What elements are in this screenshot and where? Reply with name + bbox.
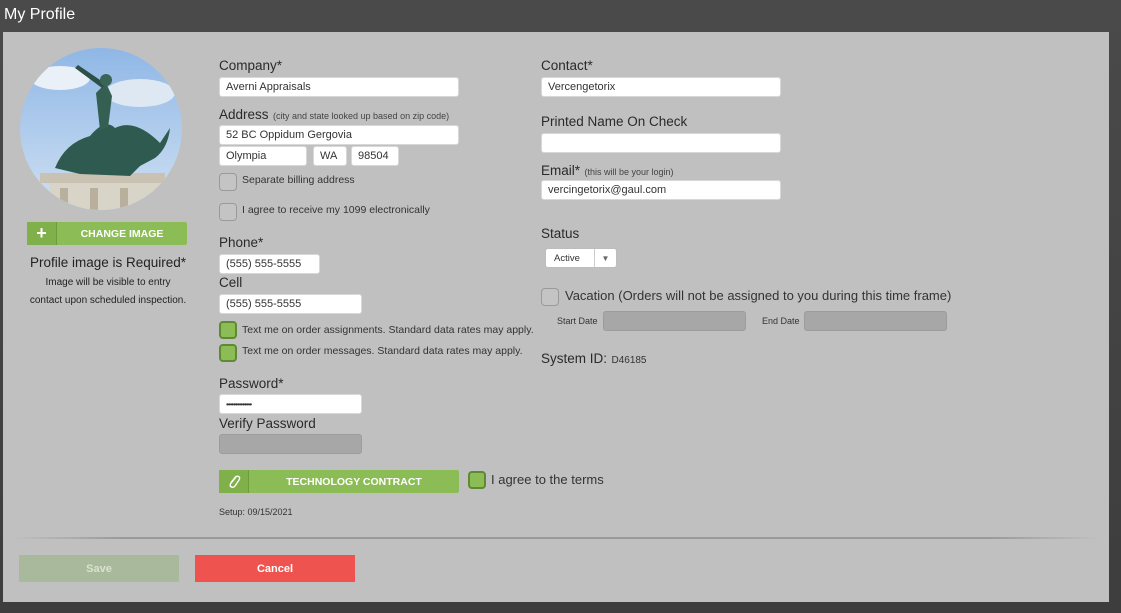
profile-panel: + CHANGE IMAGE Profile image is Required…: [3, 32, 1109, 602]
end-date-label: End Date: [762, 316, 800, 326]
text-assignments-label: Text me on order assignments. Standard d…: [242, 324, 534, 336]
email-hint: (this will be your login): [584, 167, 674, 177]
phone-label: Phone*: [219, 235, 264, 250]
agree-1099-checkbox[interactable]: [219, 203, 237, 221]
text-messages-label: Text me on order messages. Standard data…: [242, 345, 523, 357]
company-input[interactable]: Averni Appraisals: [219, 77, 459, 97]
address-hint: (city and state looked up based on zip c…: [272, 111, 450, 121]
chevron-down-icon: ▼: [594, 249, 616, 267]
status-select[interactable]: Active ▼: [545, 248, 617, 268]
image-note-line1: Image will be visible to entry: [45, 277, 171, 288]
verify-password-label: Verify Password: [219, 416, 316, 431]
plus-icon: +: [27, 222, 57, 245]
password-label: Password*: [219, 376, 284, 391]
agree-terms-label: I agree to the terms: [491, 472, 604, 487]
start-date-label: Start Date: [557, 316, 598, 326]
paperclip-icon: [219, 470, 249, 493]
image-note-line2: contact upon scheduled inspection.: [29, 295, 187, 306]
cell-input[interactable]: (555) 555-5555: [219, 294, 362, 314]
printed-name-label: Printed Name On Check: [541, 114, 688, 129]
status-value: Active: [554, 252, 580, 264]
technology-contract-button[interactable]: TECHNOLOGY CONTRACT: [219, 470, 459, 493]
email-label: Email*: [541, 163, 581, 178]
end-date-input[interactable]: [804, 311, 947, 331]
address-label: Address: [219, 107, 269, 122]
footer-divider: [13, 537, 1099, 539]
email-label-row: Email* (this will be your login): [541, 162, 674, 180]
change-image-label: CHANGE IMAGE: [80, 227, 164, 240]
profile-avatar: [20, 48, 182, 210]
separate-billing-label: Separate billing address: [242, 174, 355, 186]
window-title: My Profile: [4, 6, 76, 23]
change-image-button[interactable]: + CHANGE IMAGE: [27, 222, 187, 245]
system-id-value: D46185: [611, 355, 647, 366]
state-input[interactable]: WA: [313, 146, 347, 166]
technology-contract-label: TECHNOLOGY CONTRACT: [286, 475, 422, 488]
separate-billing-checkbox[interactable]: [219, 173, 237, 191]
text-assignments-checkbox[interactable]: [219, 321, 237, 339]
system-id-label: System ID:: [541, 351, 608, 366]
contact-input[interactable]: Vercengetorix: [541, 77, 781, 97]
agree-1099-label: I agree to receive my 1099 electronicall…: [242, 204, 430, 216]
agree-terms-checkbox[interactable]: [468, 471, 486, 489]
verify-password-input[interactable]: [219, 434, 362, 454]
email-input[interactable]: vercingetorix@gaul.com: [541, 180, 781, 200]
cancel-button[interactable]: Cancel: [195, 555, 355, 582]
printed-name-input[interactable]: [541, 133, 781, 153]
setup-date: Setup: 09/15/2021: [219, 507, 293, 517]
address-label-row: Address (city and state looked up based …: [219, 106, 449, 124]
city-input[interactable]: Olympia: [219, 146, 307, 166]
status-label: Status: [541, 226, 580, 241]
image-required-text: Profile image is Required*: [29, 255, 187, 270]
system-id-row: System ID: D46185: [541, 350, 647, 368]
save-button[interactable]: Save: [19, 555, 179, 582]
company-label: Company*: [219, 58, 283, 73]
zip-input[interactable]: 98504: [351, 146, 399, 166]
start-date-input[interactable]: [603, 311, 746, 331]
phone-input[interactable]: (555) 555-5555: [219, 254, 320, 274]
vacation-label: Vacation (Orders will not be assigned to…: [565, 288, 952, 303]
vacation-checkbox[interactable]: [541, 288, 559, 306]
password-input[interactable]: ••••••••••••••: [219, 394, 362, 414]
statue-image: [20, 48, 182, 210]
contact-label: Contact*: [541, 58, 593, 73]
cell-label: Cell: [219, 275, 243, 290]
text-messages-checkbox[interactable]: [219, 344, 237, 362]
street-input[interactable]: 52 BC Oppidum Gergovia: [219, 125, 459, 145]
